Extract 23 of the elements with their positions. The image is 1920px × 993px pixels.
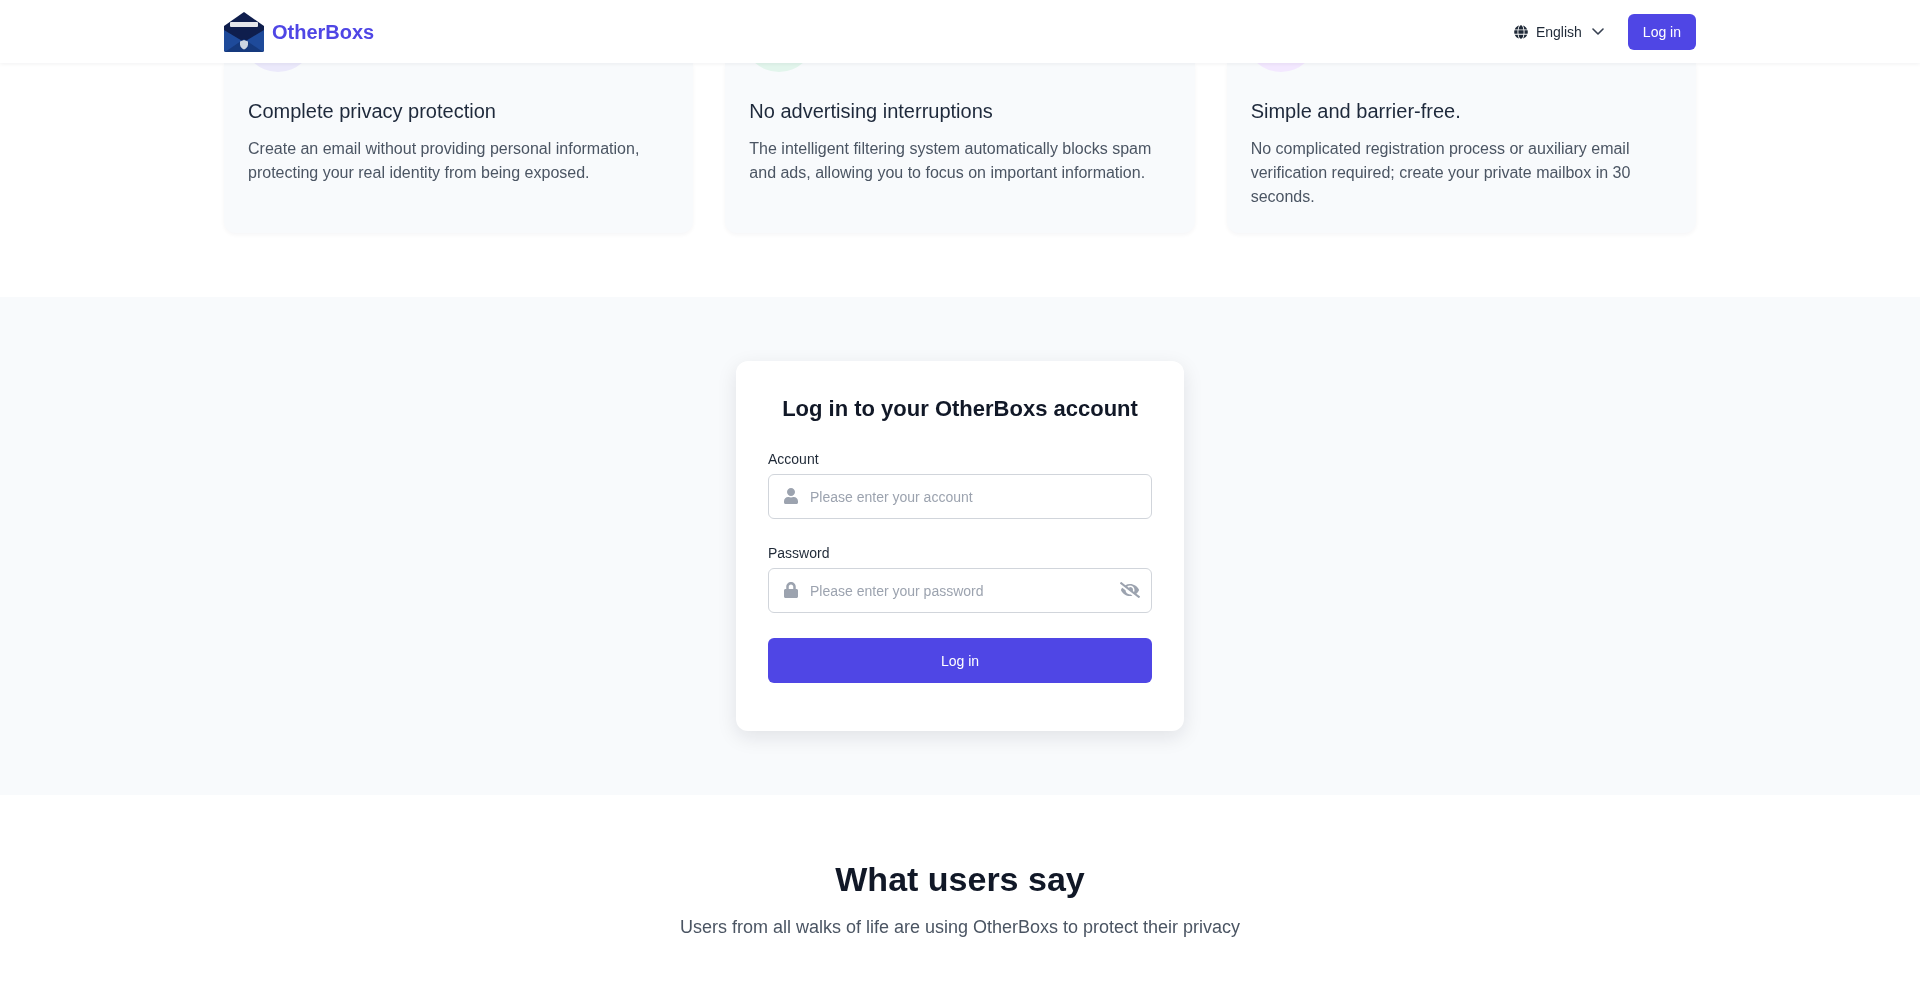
globe-icon <box>1513 24 1528 39</box>
envelope-logo-icon <box>224 11 264 52</box>
feature-description: The intelligent filtering system automatically blocks spam and ads, allowing you to focus on important information. <box>749 139 1153 183</box>
field-label: Password <box>768 544 831 563</box>
person-icon <box>784 488 798 504</box>
section-subtitle: Users from all walks of life are using OtherBoxs to protect their privacy <box>678 916 1242 939</box>
section-heading: What users say <box>834 859 1086 899</box>
feature-title: No advertising interruptions <box>749 99 994 124</box>
language-selector[interactable]: English <box>1513 21 1604 42</box>
lock-icon <box>784 582 798 598</box>
feature-title: Complete privacy protection <box>248 99 497 124</box>
brand-name[interactable]: OtherBoxs <box>272 16 375 47</box>
login-button[interactable]: Log in <box>1627 13 1696 50</box>
password-field[interactable]: Please enter your password <box>768 568 1152 613</box>
chevron-down-icon <box>1591 28 1604 35</box>
hide-password-icon[interactable] <box>1120 582 1140 598</box>
login-title: Log in to your OtherBoxs account <box>781 395 1139 423</box>
submit-button[interactable]: Log in <box>768 638 1152 683</box>
feature-description: Create an email without providing personal information, protecting your real identity from being exposed. <box>248 139 641 183</box>
feature-title: Simple and barrier-free. <box>1250 99 1462 124</box>
field-label: Account <box>768 450 820 469</box>
feature-description: No complicated registration process or auxiliary email verification required; create your private mailbox in 30 seconds. <box>1250 139 1632 207</box>
input-field[interactable]: Please enter your account <box>768 474 1152 519</box>
